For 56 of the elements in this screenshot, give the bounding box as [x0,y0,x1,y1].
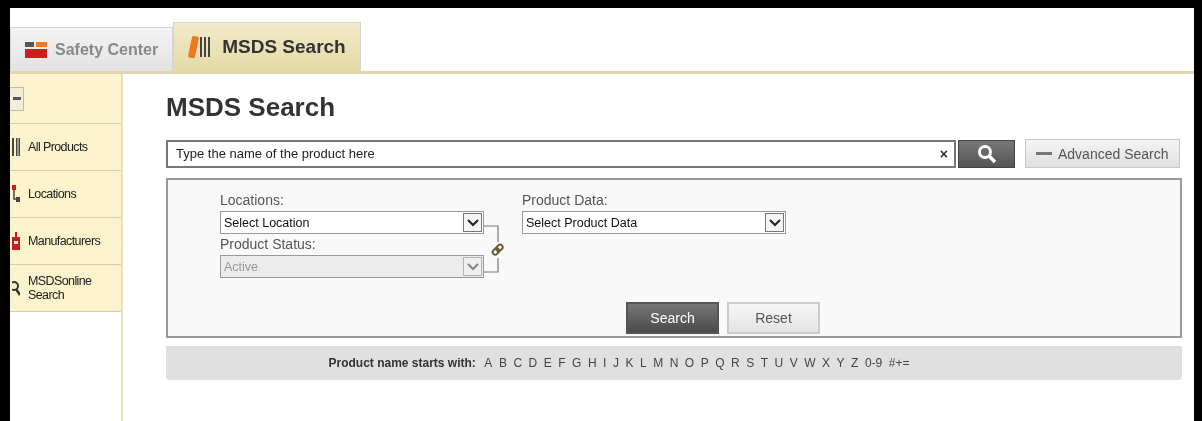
letter-link[interactable]: S [746,356,755,370]
letter-link[interactable]: G [572,356,582,370]
tab[interactable]: MSDS Search [173,22,361,71]
letter-link[interactable]: H [587,356,597,370]
advanced-search-button[interactable]: Advanced Search [1025,139,1180,168]
letter-link[interactable]: L [639,356,647,370]
letter-link[interactable]: V [789,356,798,370]
letter-link[interactable]: W [804,356,816,370]
letter-link[interactable]: C [513,356,523,370]
field-label: Product Status: [220,236,317,252]
letter-link[interactable]: A [484,356,493,370]
barcode-icon [12,138,20,156]
sidebar-item[interactable]: Locations [10,171,121,218]
letter-link[interactable]: #+= [888,356,910,370]
page-title: MSDS Search [166,92,337,123]
link-icon [484,224,504,274]
field-label: Product Data: [522,192,609,208]
search-button[interactable]: Search [626,302,719,334]
letter-link[interactable]: D [528,356,538,370]
dropdown[interactable]: Select Location [220,211,484,234]
letter-link[interactable]: R [731,356,740,370]
clear-button[interactable]: × [939,145,948,162]
letter-link[interactable]: M [653,356,664,370]
sidebar-item[interactable]: MSDSonline Search [10,265,121,312]
letter-link[interactable]: Y [836,356,845,370]
caret-icon[interactable] [466,218,479,227]
search-field[interactable]: Type the name of the product here × [166,139,956,168]
sidebar-item[interactable]: All Products [10,124,121,171]
letter-link[interactable]: X [822,356,831,370]
minus-icon [12,97,21,100]
alphabet-label: Product name starts with: [328,356,476,370]
letter-link[interactable]: U [774,356,784,370]
letter-link[interactable]: P [700,356,709,370]
search-button[interactable] [958,139,1015,168]
dropdown[interactable]: Select Product Data [522,211,786,234]
reset-button[interactable]: Reset [727,302,820,334]
flag-grid-icon [25,41,47,58]
sidebar-item[interactable]: Manufacturers [10,218,121,265]
letter-link[interactable]: T [760,356,769,370]
letter-link[interactable]: B [498,356,507,370]
field-label: Locations: [220,192,285,208]
caret-icon[interactable] [768,218,781,227]
letter-link[interactable]: K [625,356,634,370]
letter-link[interactable]: F [558,356,566,370]
letter-link[interactable]: I [603,356,607,370]
letter-link[interactable]: N [669,356,679,370]
letter-link[interactable]: Z [851,356,859,370]
letter-link[interactable]: J [612,356,619,370]
collapse-button[interactable] [10,86,24,111]
search-icon [12,279,20,297]
letter-link[interactable]: 0-9 [864,356,883,370]
letter-link[interactable]: O [684,356,695,370]
search-icon [976,143,997,164]
letter-link[interactable]: Q [715,356,725,370]
letter-link[interactable]: E [543,356,552,370]
network-icon [12,185,20,203]
